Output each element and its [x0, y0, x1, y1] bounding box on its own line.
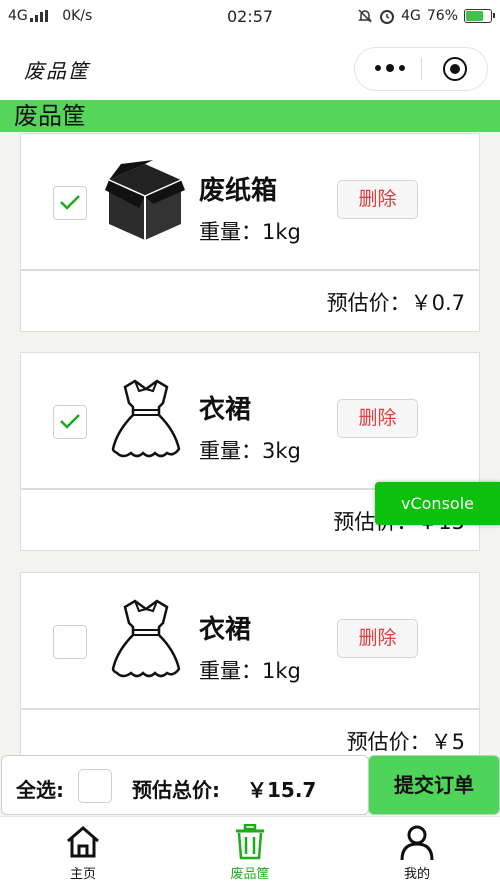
tab-label: 主页 [69, 867, 96, 882]
tab-profile[interactable]: 我的 [334, 817, 500, 890]
tab-label: 废品筐 [230, 867, 270, 882]
item-name: 衣裙 [199, 615, 252, 645]
total-value: ￥15.7 [247, 778, 317, 802]
box-icon [105, 158, 185, 246]
status-bar: 4G 0K/s 02:57 4G 76% [0, 0, 500, 34]
section-header: 废品筐 [0, 100, 500, 132]
dress-icon [109, 377, 183, 467]
item-main: 衣裙 重量：1kg 删除 [20, 572, 480, 709]
item-name: 废纸箱 [199, 176, 278, 206]
checkout-summary: 全选: 预估总价: ￥15.7 [1, 755, 369, 815]
item-checkbox[interactable] [53, 186, 87, 220]
dress-icon [109, 597, 183, 687]
section-title: 废品筐 [14, 102, 86, 130]
more-icon[interactable] [375, 56, 405, 80]
delete-button[interactable]: 删除 [337, 399, 418, 438]
home-icon [67, 826, 99, 858]
battery-icon [464, 9, 495, 23]
item-weight: 重量：1kg [199, 659, 301, 683]
tab-home[interactable]: 主页 [0, 817, 166, 890]
item-weight: 重量：3kg [199, 439, 301, 463]
item-price-row: 预估价：￥0.7 [20, 270, 480, 332]
select-all-label: 全选: [16, 778, 64, 802]
select-all-checkbox[interactable] [78, 769, 112, 803]
capsule-divider [421, 58, 422, 80]
battery-percent: 76% [426, 8, 458, 24]
page-title: 废品筐 [24, 59, 90, 83]
item-checkbox[interactable] [53, 405, 87, 439]
trash-icon [236, 824, 264, 860]
network-right-label: 4G [401, 8, 421, 24]
item-price: 预估价：￥5 [346, 730, 465, 754]
item-name: 衣裙 [199, 395, 252, 425]
tab-basket[interactable]: 废品筐 [167, 817, 333, 890]
item-main: 衣裙 重量：3kg 删除 [20, 352, 480, 489]
submit-order-button[interactable]: 提交订单 [368, 755, 500, 815]
tab-bar: 主页 废品筐 我的 [0, 816, 500, 890]
item-checkbox[interactable] [53, 625, 87, 659]
mute-bell-icon [358, 9, 372, 23]
status-right: 4G 76% [357, 8, 495, 24]
vconsole-button[interactable]: vConsole [375, 482, 500, 525]
close-target-icon[interactable] [443, 57, 467, 81]
item-weight: 重量：1kg [199, 220, 301, 244]
item-main: 废纸箱 重量：1kg 删除 [20, 133, 480, 270]
nav-bar: 废品筐 [0, 34, 500, 100]
user-icon [400, 825, 434, 860]
check-icon [60, 195, 80, 210]
miniprogram-capsule [354, 47, 488, 91]
tab-label: 我的 [403, 867, 430, 882]
alarm-icon [380, 10, 395, 24]
check-icon [60, 414, 80, 429]
delete-button[interactable]: 删除 [337, 180, 418, 219]
item-price: 预估价：￥0.7 [326, 291, 465, 315]
delete-button[interactable]: 删除 [337, 619, 418, 658]
total-label: 预估总价: [132, 778, 220, 802]
checkout-bar: 全选: 预估总价: ￥15.7 提交订单 [0, 754, 500, 816]
